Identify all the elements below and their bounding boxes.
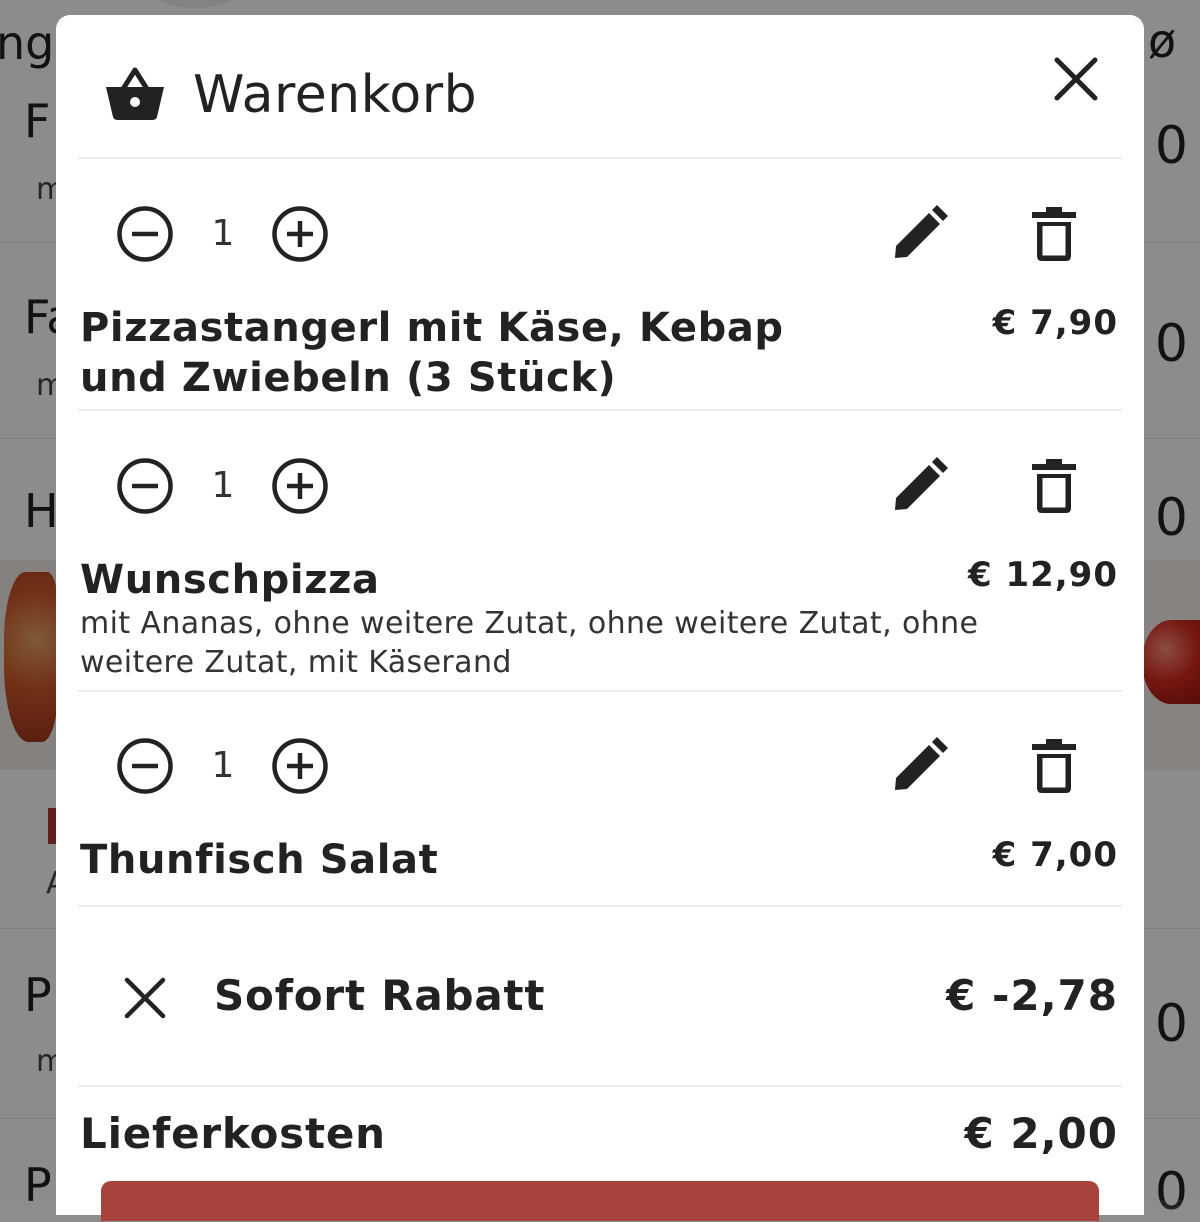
pencil-icon[interactable]: [892, 737, 948, 793]
remove-discount-icon[interactable]: [122, 975, 168, 1021]
item-quantity: 1: [211, 465, 235, 506]
item-price: € 12,90: [967, 555, 1118, 595]
item-price: € 7,90: [992, 303, 1118, 343]
trash-icon[interactable]: [1032, 207, 1076, 261]
trash-icon[interactable]: [1032, 739, 1076, 793]
pencil-icon[interactable]: [892, 205, 948, 261]
item-name: Wunschpizza: [80, 557, 380, 603]
delivery-amount: € 2,00: [964, 1109, 1118, 1158]
discount-label: Sofort Rabatt: [214, 971, 546, 1020]
item-name: Thunfisch Salat: [80, 837, 439, 883]
cart-title: Warenkorb: [193, 65, 478, 125]
item-name: Pizzastangerl mit Käse, Kebap und Zwiebe…: [80, 305, 784, 401]
divider: [78, 1085, 1122, 1087]
plus-circle-icon[interactable]: [271, 457, 329, 515]
close-icon[interactable]: [1050, 53, 1102, 105]
discount-amount: € -2,78: [946, 971, 1118, 1020]
item-quantity: 1: [211, 213, 235, 254]
divider: [78, 157, 1122, 159]
divider: [78, 409, 1122, 411]
cart-header: Warenkorb: [56, 15, 1144, 157]
plus-circle-icon[interactable]: [271, 205, 329, 263]
item-description: mit Ananas, ohne weitere Zutat, ohne wei…: [80, 606, 979, 680]
divider: [78, 905, 1122, 907]
item-price: € 7,00: [992, 835, 1118, 875]
delivery-label: Lieferkosten: [80, 1109, 386, 1158]
minus-circle-icon[interactable]: [116, 457, 174, 515]
divider: [78, 690, 1122, 692]
basket-icon: [106, 67, 164, 120]
cart-modal: Warenkorb 1 Pizzastangerl mit Käse, Keba…: [56, 15, 1144, 1221]
plus-circle-icon[interactable]: [271, 737, 329, 795]
minus-circle-icon[interactable]: [116, 205, 174, 263]
trash-icon[interactable]: [1032, 459, 1076, 513]
checkout-button[interactable]: [101, 1181, 1099, 1221]
item-quantity: 1: [211, 745, 235, 786]
pencil-icon[interactable]: [892, 457, 948, 513]
minus-circle-icon[interactable]: [116, 737, 174, 795]
